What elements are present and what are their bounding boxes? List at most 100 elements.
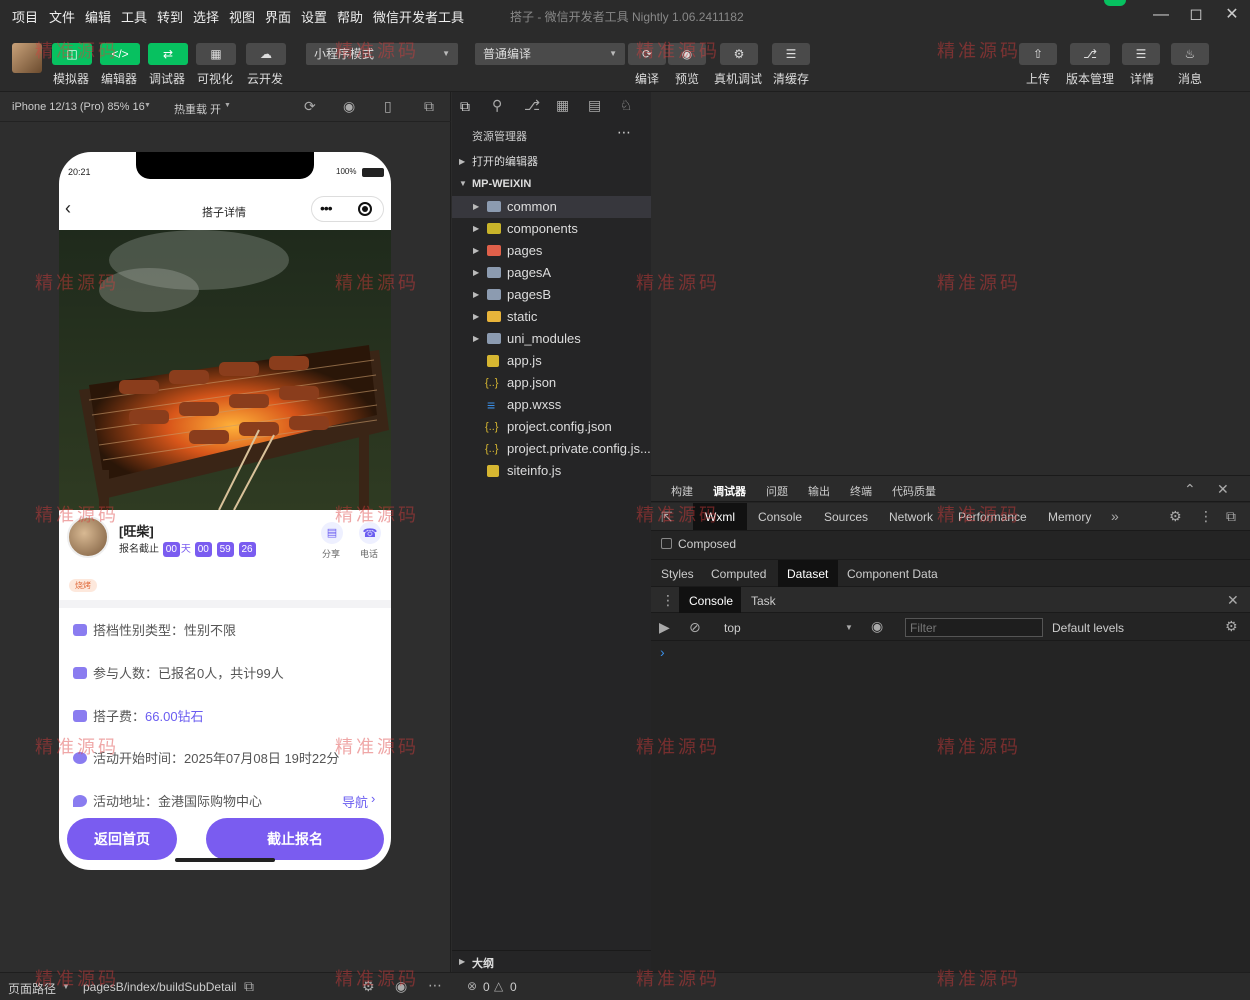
outline-section[interactable]: ▶ 大纲 <box>452 950 651 972</box>
warning-icon[interactable]: △ <box>494 979 503 993</box>
search-icon[interactable]: ⚲ <box>492 97 502 114</box>
copy-icon[interactable]: ⧉ <box>244 978 254 995</box>
filter-input[interactable] <box>905 618 1043 637</box>
cloud-icon[interactable]: ☁ <box>246 43 286 65</box>
tab-performance[interactable]: Performance <box>958 510 1027 524</box>
tab-wxml[interactable]: Wxml <box>705 510 735 524</box>
more-icon[interactable]: ••• <box>320 200 333 216</box>
upload-button[interactable]: 上传 <box>1026 70 1050 87</box>
menu-goto[interactable]: 转到 <box>157 7 183 26</box>
phone-call-icon[interactable]: ☎ <box>359 522 381 544</box>
open-editors-section[interactable]: ▶ 打开的编辑器 <box>452 151 651 173</box>
levels-select[interactable]: Default levels <box>1052 621 1124 635</box>
docker-icon[interactable]: ♘ <box>620 97 633 114</box>
tab-build[interactable]: 构建 <box>671 483 693 499</box>
compile-select[interactable]: 普通编译 ▼ <box>475 43 625 65</box>
error-icon[interactable]: ⊗ <box>467 979 477 993</box>
clear-cache-icon[interactable]: ☰ <box>772 43 810 65</box>
more-icon[interactable]: ⋯ <box>617 124 631 141</box>
detach-icon[interactable]: ⧉ <box>424 98 434 115</box>
menu-file[interactable]: 文件 <box>49 7 75 26</box>
preview-icon[interactable]: ◉ <box>668 43 706 65</box>
menu-project[interactable]: 项目 <box>12 7 38 26</box>
host-avatar[interactable] <box>67 516 109 558</box>
tree-item-app-js[interactable]: app.js <box>452 350 651 372</box>
visual-icon[interactable]: ▦ <box>196 43 236 65</box>
real-debug-button[interactable]: 真机调试 <box>714 70 762 87</box>
preview-button[interactable]: 预览 <box>675 70 699 87</box>
inspect-icon[interactable]: ⇱ <box>661 509 673 526</box>
files-icon[interactable]: ⧉ <box>460 98 470 115</box>
version-button[interactable]: 版本管理 <box>1066 70 1114 87</box>
menu-interface[interactable]: 界面 <box>265 7 291 26</box>
tree-item-components[interactable]: ▶ components <box>452 218 651 240</box>
extensions-icon[interactable]: ▦ <box>556 97 569 114</box>
menu-view[interactable]: 视图 <box>229 7 255 26</box>
tab-network[interactable]: Network <box>889 510 933 524</box>
details-icon[interactable]: ☰ <box>1122 43 1160 65</box>
composed-checkbox[interactable] <box>661 538 672 549</box>
clear-cache-button[interactable]: 清缓存 <box>773 70 809 87</box>
device-select[interactable]: iPhone 12/13 (Pro) 85% 16 <box>12 101 145 113</box>
closed-signup-button[interactable]: 截止报名 <box>206 818 384 860</box>
tab-output[interactable]: 输出 <box>808 483 830 499</box>
git-icon[interactable]: ⎇ <box>524 97 540 114</box>
page-path[interactable]: pagesB/index/buildSubDetail <box>83 980 236 994</box>
maximize-icon[interactable]: ◻ <box>1185 4 1207 26</box>
compile-button[interactable]: 编译 <box>635 70 659 87</box>
tree-item-pagesB[interactable]: ▶ pagesB <box>452 284 651 306</box>
share-icon[interactable]: ▤ <box>321 522 343 544</box>
tab-dataset[interactable]: Dataset <box>787 567 828 581</box>
close-icon[interactable]: ✕ <box>1221 4 1243 26</box>
messages-button[interactable]: 消息 <box>1178 70 1202 87</box>
stop-icon[interactable]: ◉ <box>343 98 355 115</box>
refresh-icon[interactable]: ⟳ <box>304 98 316 115</box>
tree-item-pagesA[interactable]: ▶ pagesA <box>452 262 651 284</box>
bell-icon[interactable]: ♨ <box>1171 43 1209 65</box>
menu-help[interactable]: 帮助 <box>337 7 363 26</box>
tab-terminal[interactable]: 终端 <box>850 483 872 499</box>
project-section[interactable]: ▼ MP-WEIXIN <box>452 173 651 195</box>
tab-code-quality[interactable]: 代码质量 <box>892 483 936 499</box>
chevron-up-icon[interactable]: ⌃ <box>1184 481 1196 498</box>
close-icon[interactable]: ✕ <box>1217 481 1229 498</box>
gear-icon[interactable]: ⚙ <box>1169 508 1182 525</box>
back-icon[interactable]: ‹ <box>65 198 71 219</box>
context-select[interactable]: top <box>724 621 741 635</box>
drawer-menu-icon[interactable]: ⋮ <box>661 592 675 609</box>
tab-debugger[interactable]: 调试器 <box>713 483 746 499</box>
tree-item-app-wxss[interactable]: ≡ app.wxss <box>452 394 651 416</box>
debugger-button[interactable]: 调试器 <box>149 70 185 87</box>
console-prompt[interactable]: › <box>660 644 665 660</box>
phone-call-button[interactable]: 电话 <box>360 547 378 560</box>
simulator-button[interactable]: 模拟器 <box>53 70 89 87</box>
navigate-link[interactable]: 导航 <box>342 792 368 811</box>
mode-select[interactable]: 小程序模式 ▼ <box>306 43 458 65</box>
more-icon[interactable]: ⋯ <box>428 977 442 994</box>
close-target-icon[interactable] <box>358 202 372 216</box>
compile-icon[interactable]: ⟳ <box>628 43 666 65</box>
tab-sources[interactable]: Sources <box>824 510 868 524</box>
tab-component-data[interactable]: Component Data <box>847 567 938 581</box>
close-icon[interactable]: ✕ <box>1227 592 1239 609</box>
tree-item-uni-modules[interactable]: ▶ uni_modules <box>452 328 651 350</box>
tab-drawer-task[interactable]: Task <box>751 594 776 608</box>
tab-drawer-console[interactable]: Console <box>689 594 733 608</box>
tab-styles[interactable]: Styles <box>661 567 694 581</box>
menu-devtools[interactable]: 微信开发者工具 <box>373 7 464 26</box>
simulator-icon[interactable]: ◫ <box>52 43 92 65</box>
tab-console[interactable]: Console <box>758 510 802 524</box>
menu-tools[interactable]: 工具 <box>121 7 147 26</box>
home-button[interactable]: 返回首页 <box>67 818 177 860</box>
more-tabs-icon[interactable]: » <box>1111 508 1119 524</box>
hot-reload-select[interactable]: 热重载 开 <box>174 101 221 117</box>
sidebar-toggle-icon[interactable]: ▶ <box>659 619 670 636</box>
tree-item-siteinfo-js[interactable]: siteinfo.js <box>452 460 651 482</box>
visual-button[interactable]: 可视化 <box>197 70 233 87</box>
editor-button[interactable]: 编辑器 <box>101 70 137 87</box>
tree-item-project-config[interactable]: {..} project.config.json <box>452 416 651 438</box>
chevron-right-icon[interactable]: › <box>371 791 375 806</box>
tree-item-pages[interactable]: ▶ pages <box>452 240 651 262</box>
kebab-icon[interactable]: ⋮ <box>1199 508 1213 525</box>
share-button[interactable]: 分享 <box>322 547 340 560</box>
